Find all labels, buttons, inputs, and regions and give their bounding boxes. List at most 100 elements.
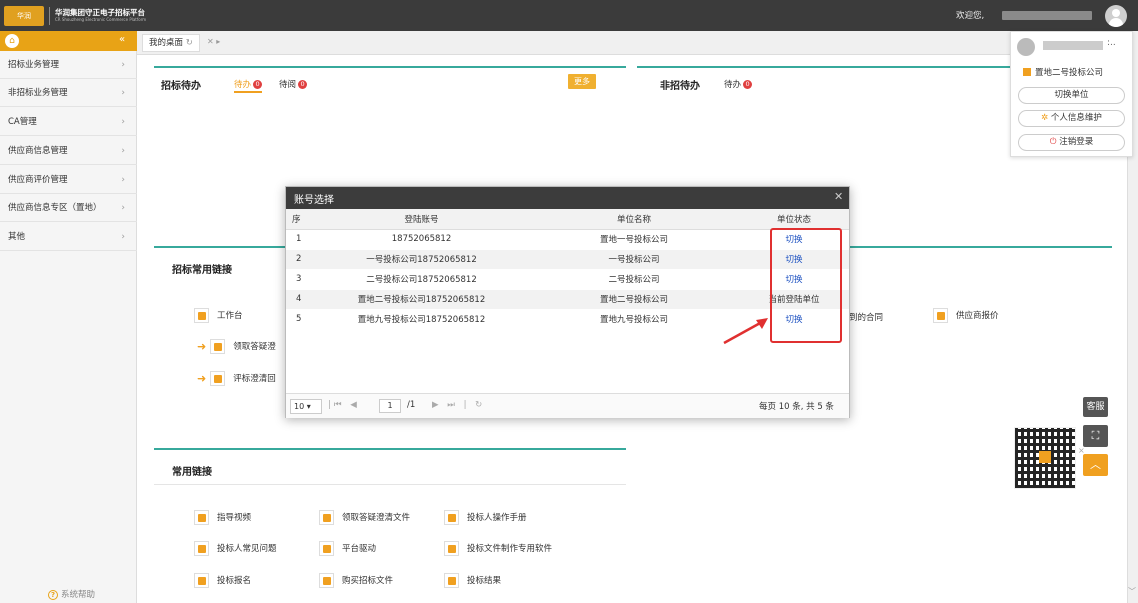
page-size-select[interactable]: 10 ▾ xyxy=(290,399,322,414)
table-row[interactable]: 4 置地二号投标公司18752065812 置地二号投标公司 当前登陆单位 xyxy=(286,289,849,310)
common-link[interactable]: 投标文件制作专用软件 xyxy=(444,541,552,556)
power-icon: ⏻ xyxy=(1049,137,1057,147)
sidebar-item-supplier-eval[interactable]: 供应商评价管理 › xyxy=(0,166,137,194)
result-icon xyxy=(444,573,459,588)
welcome-text: 欢迎您, xyxy=(956,11,985,21)
home-icon[interactable]: ⌂ xyxy=(5,34,19,48)
quote-icon xyxy=(933,308,948,323)
sidebar-item-tender-business[interactable]: 招标业务管理 › xyxy=(0,51,137,79)
workbench-link[interactable]: 工作台 xyxy=(194,308,243,323)
common-link[interactable]: 投标人常见问题 xyxy=(194,541,277,556)
pager-next-last-refresh-icons[interactable]: ▶ ⏭ | ↻ xyxy=(432,400,485,410)
top-bar: 华润 华润集团守正电子招标平台 CR Shouzheng Electronic … xyxy=(0,0,1138,31)
annotation-arrow xyxy=(723,318,768,345)
tender-links-title: 招标常用链接 xyxy=(172,265,232,276)
scroll-down-icon[interactable]: ﹀ xyxy=(1128,586,1136,597)
sidebar-header: ⌂ « xyxy=(0,31,137,51)
table-header-row: 序 登陆账号 单位名称 单位状态 xyxy=(286,209,849,230)
profile-dropdown: :.. 置地二号投标公司 切换单位 ✲ 个人信息维护 ⏻ 注销登录 xyxy=(1010,31,1133,157)
col-unit: 单位名称 xyxy=(529,209,739,230)
manual-icon xyxy=(444,510,459,525)
tab-tender-todo[interactable]: 待办 0 xyxy=(234,78,263,90)
back-to-top-icon[interactable]: ︿ xyxy=(1083,454,1108,476)
platform-name: 华润集团守正电子招标平台 xyxy=(55,8,145,17)
section-divider xyxy=(154,66,626,68)
sidebar-item-supplier-info[interactable]: 供应商信息管理 › xyxy=(0,137,137,165)
common-link[interactable]: 平台驱动 xyxy=(319,541,376,556)
sidebar: ⌂ « 招标业务管理 › 非招标业务管理 › CA管理 › 供应商信息管理 › 供应商评… xyxy=(0,31,137,603)
common-link[interactable]: 领取答疑澄清文件 xyxy=(319,510,410,525)
chevron-right-icon: › xyxy=(121,146,125,156)
refresh-icon[interactable]: ↻ xyxy=(186,38,193,48)
chevron-right-icon: › xyxy=(121,117,125,127)
personal-info-button[interactable]: ✲ 个人信息维护 xyxy=(1018,110,1125,127)
question-icon xyxy=(194,541,209,556)
clarify-link[interactable]: ➜ 领取答疑澄 xyxy=(197,339,276,354)
register-icon xyxy=(194,573,209,588)
software-icon xyxy=(444,541,459,556)
switch-unit-button[interactable]: 切换单位 xyxy=(1018,87,1125,104)
section-rule xyxy=(154,484,626,485)
table-row[interactable]: 2 一号投标公司18752065812 一号投标公司 切换 xyxy=(286,249,849,270)
collapse-sidebar-icon[interactable]: « xyxy=(119,34,125,45)
more-button[interactable]: 更多 xyxy=(568,74,596,89)
current-company: 置地二号投标公司 xyxy=(1023,66,1103,78)
total-pages: /1 xyxy=(407,400,416,410)
contract-link[interactable]: 到的合同 xyxy=(849,311,883,323)
chevron-right-icon: › xyxy=(121,232,125,242)
close-icon[interactable]: ✕ xyxy=(834,190,843,203)
dialog-title: 账号选择 xyxy=(294,195,334,206)
help-icon: ? xyxy=(48,590,58,600)
col-account: 登陆账号 xyxy=(314,209,529,230)
tab-home[interactable]: 我的桌面 ↻ xyxy=(142,34,200,52)
common-link[interactable]: 投标人操作手册 xyxy=(444,510,527,525)
arrow-right-icon: ➜ xyxy=(197,372,207,385)
profile-avatar xyxy=(1017,38,1035,56)
common-link[interactable]: 投标报名 xyxy=(194,573,251,588)
tab-tender-read[interactable]: 待阅 0 xyxy=(279,78,308,90)
chevron-right-icon: › xyxy=(121,88,125,98)
dialog-header: 账号选择 ✕ xyxy=(286,187,849,209)
pencil-icon xyxy=(194,510,209,525)
scan-icon[interactable]: ⛶ xyxy=(1083,425,1108,447)
chevron-right-icon: › xyxy=(121,175,125,185)
ellipsis-icon: :.. xyxy=(1107,38,1116,48)
company-icon xyxy=(1023,68,1031,76)
driver-icon xyxy=(319,541,334,556)
highlight-box xyxy=(770,228,842,343)
col-status: 单位状态 xyxy=(739,209,849,230)
common-link[interactable]: 购买招标文件 xyxy=(319,573,393,588)
account-table: 序 登陆账号 单位名称 单位状态 1 18752065812 置地一号投标公司 … xyxy=(286,209,849,330)
tab-bar: 我的桌面 ↻ ✕ ▸ xyxy=(137,31,1127,55)
pencil-icon xyxy=(210,339,226,354)
common-link[interactable]: 投标结果 xyxy=(444,573,501,588)
pagination-summary: 每页 10 条, 共 5 条 xyxy=(759,402,834,412)
supplier-quote-link[interactable]: 供应商报价 xyxy=(933,308,999,323)
tab-nontender-todo[interactable]: 待办 0 xyxy=(724,78,753,90)
table-row[interactable]: 3 二号投标公司18752065812 二号投标公司 切换 xyxy=(286,269,849,290)
profile-name-redacted xyxy=(1043,41,1103,50)
brand-logo: 华润 xyxy=(4,6,44,26)
page-number-input[interactable]: 1 xyxy=(379,399,401,413)
sidebar-item-nontender-business[interactable]: 非招标业务管理 › xyxy=(0,79,137,107)
section-divider xyxy=(154,448,626,450)
customer-service-button[interactable]: 客服 xyxy=(1083,397,1108,417)
pager-first-prev-icons[interactable]: |⏮ ◀ xyxy=(328,400,360,410)
common-links-title: 常用链接 xyxy=(172,467,212,478)
sidebar-item-supplier-zone[interactable]: 供应商信息专区（置地） › xyxy=(0,194,137,222)
common-link[interactable]: 指导视频 xyxy=(194,510,251,525)
close-tabs-icon[interactable]: ✕ ▸ xyxy=(207,37,220,46)
workbench-icon xyxy=(194,308,209,323)
table-row[interactable]: 1 18752065812 置地一号投标公司 切换 xyxy=(286,229,849,250)
sidebar-item-ca[interactable]: CA管理 › xyxy=(0,108,137,136)
sidebar-item-other[interactable]: 其他 › xyxy=(0,223,137,251)
pencil-icon xyxy=(319,510,334,525)
logout-button[interactable]: ⏻ 注销登录 xyxy=(1018,134,1125,151)
system-help-link[interactable]: ? 系统帮助 xyxy=(48,588,95,600)
account-select-dialog: 账号选择 ✕ 序 登陆账号 单位名称 单位状态 1 18752065812 置地… xyxy=(285,186,850,418)
user-avatar-icon[interactable] xyxy=(1105,5,1127,27)
purchase-icon xyxy=(319,573,334,588)
eval-link[interactable]: ➜ 评标澄清回 xyxy=(197,371,276,386)
qr-logo xyxy=(1039,451,1051,463)
chevron-right-icon: › xyxy=(121,203,125,213)
